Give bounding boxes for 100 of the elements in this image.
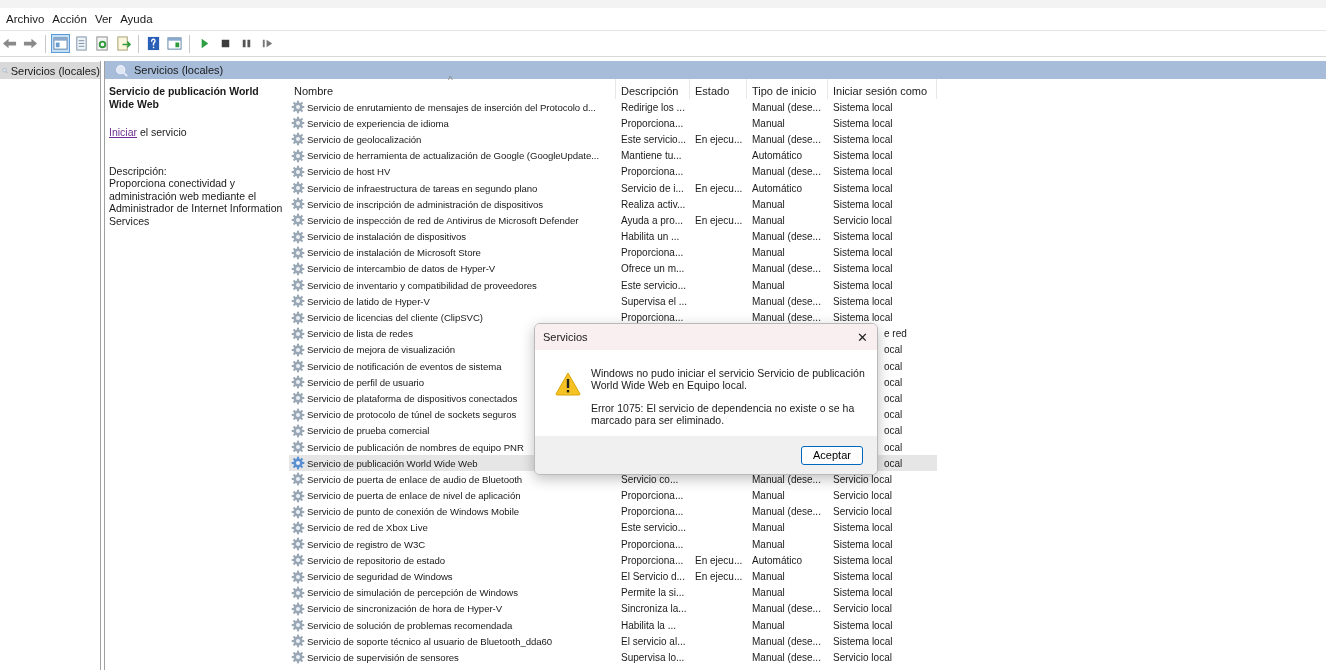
table-cell: Manual (dese... [752, 166, 821, 178]
table-cell: En ejecu... [695, 571, 743, 583]
table-cell: Servicio local [833, 473, 892, 485]
table-cell: Servicio de soporte técnico al usuario de Bluetooth_dda60 [307, 635, 553, 647]
description-text: Proporciona conectividad y administración web mediante el Administrador de Internet Information Services [109, 177, 284, 227]
table-cell: Servicio de punto de conexión de Windows Mobile [307, 506, 520, 518]
table-cell: Proporciona... [621, 166, 684, 178]
table-cell: Servicio de sincronización de hora de Hyper-V [307, 603, 503, 615]
table-cell: Sistema local [833, 279, 893, 291]
table-cell: Servicio de enrutamiento de mensajes de inserción del Protocolo d... [307, 101, 596, 113]
table-cell: Habilita un ... [621, 231, 680, 243]
table-cell: Supervisa lo... [621, 651, 685, 663]
table-cell: Manual (dese... [752, 133, 821, 145]
table-cell: Servicio co... [621, 473, 679, 485]
table-cell: Sistema local [833, 522, 893, 534]
table-cell: Manual (dese... [752, 295, 821, 307]
table-cell: Sistema local [833, 117, 893, 129]
table-cell: Servicio de host HV [307, 166, 391, 178]
table-cell: Manual [752, 587, 785, 599]
start-service-text: Iniciar el servicio [109, 126, 188, 139]
table-cell: Servicio de seguridad de Windows [307, 571, 453, 583]
table-cell: Servicio de i... [621, 182, 684, 194]
table-cell: Sistema local [833, 133, 893, 145]
table-cell: ocal [884, 392, 903, 404]
table-cell: Proporciona... [621, 554, 684, 566]
table-cell: Servicio de simulación de percepción de Windows [307, 587, 518, 599]
table-cell: Sistema local [833, 295, 893, 307]
table-cell: Manual (dese... [752, 635, 821, 647]
table-cell: Este servicio... [621, 522, 687, 534]
table-cell: Servicio de licencias del cliente (ClipSVC) [307, 312, 483, 324]
table-cell: Servicio de latido de Hyper-V [307, 295, 430, 307]
table-cell: ocal [884, 360, 903, 372]
table-cell: Manual (dese... [752, 603, 821, 615]
table-cell: Servicio de mejora de visualización [307, 344, 456, 356]
table-cell: Manual (dese... [752, 231, 821, 243]
table-cell: Servicio de geolocalización [307, 133, 422, 145]
table-cell: Servicio de instalación de Microsoft Store [307, 247, 481, 259]
table-cell: Sistema local [833, 571, 893, 583]
table-cell: Servicio de prueba comercial [307, 425, 430, 437]
table-cell: Manual (dese... [752, 473, 821, 485]
table-cell: Sistema local [833, 182, 893, 194]
table-cell: Manual [752, 522, 785, 534]
table-cell: Sistema local [833, 247, 893, 259]
table-cell: Manual (dese... [752, 506, 821, 518]
table-cell: ocal [884, 425, 903, 437]
table-cell: Servicio de intercambio de datos de Hyper-V [307, 263, 496, 275]
table-cell: En ejecu... [695, 182, 743, 194]
table-cell: Automático [752, 182, 803, 194]
table-cell: ocal [884, 457, 903, 469]
table-cell: Ayuda a pro... [621, 214, 684, 226]
table-cell: Servicio de solución de problemas recomendada [307, 619, 513, 631]
table-cell: Servicio de herramienta de actualización de Google (GoogleUpdate... [307, 150, 600, 162]
table-cell: Proporciona... [621, 312, 684, 324]
table-cell: Automático [752, 554, 803, 566]
table-cell: Habilita la ... [621, 619, 677, 631]
table-cell: Manual [752, 279, 785, 291]
table-cell: En ejecu... [695, 133, 743, 145]
table-cell: El servicio al... [621, 635, 686, 647]
table-cell: Servicio de perfil de usuario [307, 376, 424, 388]
table-cell: Manual [752, 619, 785, 631]
table-cell: Servicio local [833, 490, 892, 502]
table-cell: Sincroniza la... [621, 603, 687, 615]
table-cell: Servicio de inspección de red de Antivirus de Microsoft Defender [307, 214, 579, 226]
table-cell: Servicio de lista de redes [307, 328, 413, 340]
table-cell: Proporciona... [621, 117, 684, 129]
table-cell: Este servicio... [621, 133, 687, 145]
table-cell: Manual [752, 247, 785, 259]
table-cell: e red [884, 328, 907, 340]
table-cell: Manual [752, 117, 785, 129]
table-cell: Sistema local [833, 312, 893, 324]
table-cell: Servicio de publicación de nombres de equipo PNR [307, 441, 524, 453]
table-cell: Sistema local [833, 231, 893, 243]
table-cell: ocal [884, 376, 903, 388]
panel-title: Servicios (locales) [134, 64, 224, 76]
table-cell: Sistema local [833, 263, 893, 275]
table-cell: Servicio de plataforma de dispositivos conectados [307, 392, 518, 404]
table-cell: Redirige los ... [621, 101, 685, 113]
table-cell: ocal [884, 441, 903, 453]
table-cell: Servicio de infraestructura de tareas en segundo plano [307, 182, 538, 194]
table-cell: ocal [884, 344, 903, 356]
table-cell: Sistema local [833, 538, 893, 550]
table-cell: Realiza activ... [621, 198, 686, 210]
table-cell: Proporciona... [621, 506, 684, 518]
table-cell: Sistema local [833, 198, 893, 210]
table-cell: Sistema local [833, 166, 893, 178]
service-title: Servicio de publicación World Wide Web [109, 85, 260, 110]
table-cell: Sistema local [833, 101, 893, 113]
table-cell: Sistema local [833, 554, 893, 566]
description-label: Descripción: [109, 164, 168, 177]
table-cell: Permite la si... [621, 587, 685, 599]
table-cell: Servicio local [833, 603, 892, 615]
error-message: Error 1075: El servicio de dependencia no existe o se ha marcado para ser eliminado. [591, 403, 856, 426]
table-cell: Manual [752, 538, 785, 550]
table-cell: Servicio local [833, 214, 892, 226]
table-cell: Manual (dese... [752, 651, 821, 663]
table-cell: Manual [752, 571, 785, 583]
dialog-message: Windows no pudo iniciar el servicio Servicio de publicación World Wide Web en Equipo local. [591, 368, 866, 391]
table-cell: Servicio de red de Xbox Live [307, 522, 428, 534]
table-cell: Proporciona... [621, 490, 684, 502]
table-cell: Manual (dese... [752, 101, 821, 113]
